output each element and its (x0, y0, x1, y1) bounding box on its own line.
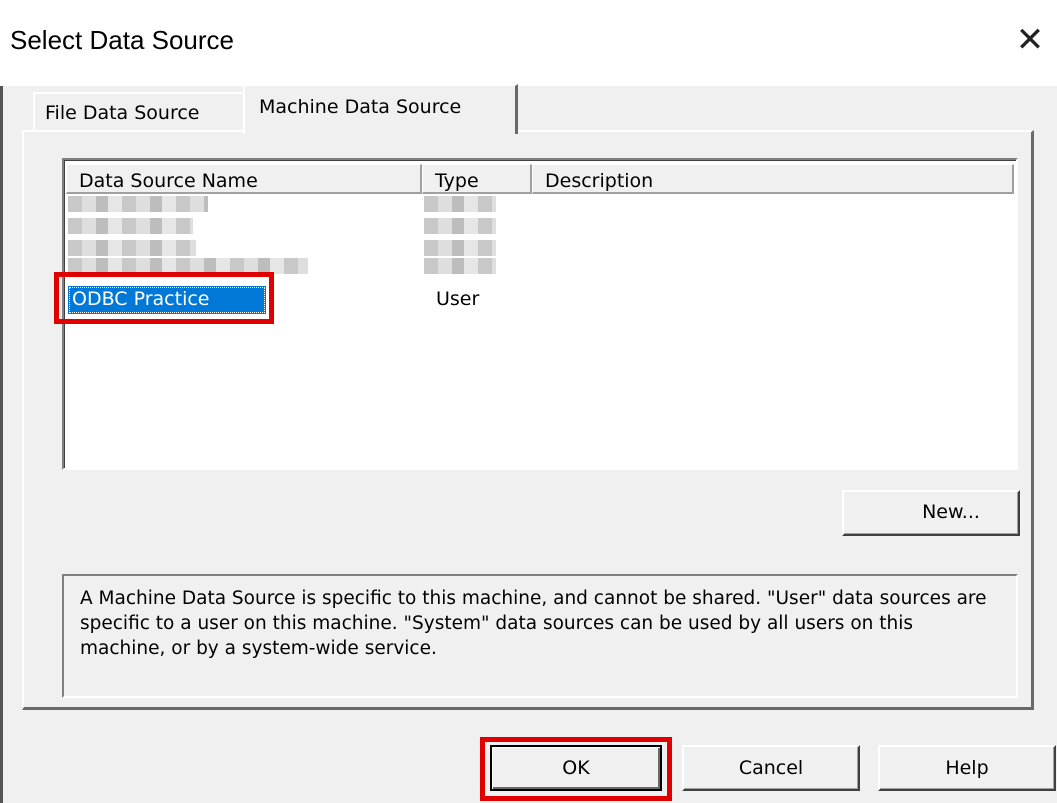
description-text: A Machine Data Source is specific to thi… (80, 588, 987, 659)
tab-machine-data-source[interactable]: Machine Data Source (243, 84, 518, 134)
redacted-row-type (424, 196, 496, 212)
new-button[interactable]: New... (842, 490, 1020, 536)
redacted-row-name[interactable] (68, 240, 196, 256)
redacted-row-name[interactable] (68, 196, 208, 212)
window-border (0, 0, 3, 803)
dialog-title: Select Data Source (10, 25, 235, 55)
redacted-row-type (424, 240, 496, 256)
column-header-type[interactable]: Type (422, 164, 532, 194)
redacted-row-name[interactable] (68, 258, 308, 274)
redacted-row-type (424, 258, 496, 274)
column-header-description[interactable]: Description (532, 164, 1014, 194)
list-item-type: User (436, 288, 480, 310)
list-item-selected[interactable]: ODBC Practice (68, 286, 266, 314)
column-header-name[interactable]: Data Source Name (66, 164, 422, 194)
description-box: A Machine Data Source is specific to thi… (62, 574, 1018, 698)
cancel-button[interactable]: Cancel (682, 745, 860, 791)
tab-file-data-source[interactable]: File Data Source (33, 92, 245, 132)
help-button[interactable]: Help (878, 745, 1056, 791)
redacted-row-name[interactable] (68, 218, 193, 234)
redacted-row-type (424, 218, 496, 234)
title-bar: Select Data Source ✕ (0, 0, 1057, 86)
close-icon[interactable]: ✕ (1010, 20, 1050, 60)
select-data-source-dialog: Select Data Source ✕ File Data Source Ma… (0, 0, 1057, 803)
ok-button[interactable]: OK (490, 745, 662, 791)
